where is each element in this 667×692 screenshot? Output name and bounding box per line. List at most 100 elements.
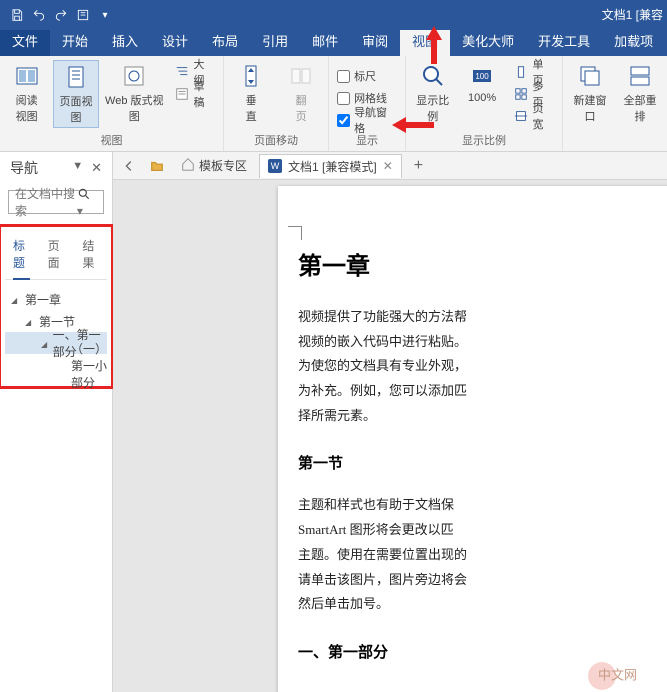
nav-tab-pages[interactable]: 页面 <box>48 237 65 271</box>
tab-insert[interactable]: 插入 <box>100 27 150 56</box>
ribbon: 阅读 视图 页面视图 Web 版式视图 大纲 草稿 视图 <box>0 56 667 152</box>
doc-heading-2: 第一节 <box>298 452 667 473</box>
page-view-icon <box>62 63 90 91</box>
tab-file[interactable]: 文件 <box>0 27 50 56</box>
tab-beautify[interactable]: 美化大师 <box>450 27 526 56</box>
page-canvas[interactable]: 第一章 视频提供了功能强大的方法帮 视频的嵌入代码中进行粘贴。 为使您的文档具有… <box>113 180 667 692</box>
svg-text:100: 100 <box>475 72 489 81</box>
doc-paragraph: 视频提供了功能强大的方法帮 <box>298 305 667 330</box>
doc-paragraph: 请单击该图片，图片旁边将会 <box>298 568 667 593</box>
watermark-text: 中文网 <box>598 667 637 682</box>
title-bar: ▾ 文档1 [兼容 <box>0 0 667 30</box>
ruler-label: 标尺 <box>354 68 376 84</box>
hundred-button[interactable]: 100 100% <box>459 60 504 106</box>
read-view-icon <box>13 62 41 90</box>
doc-paragraph: 主题。使用在需要位置出现的 <box>298 543 667 568</box>
template-tab[interactable]: 模板专区 <box>173 157 255 174</box>
vertical-icon <box>237 62 265 90</box>
annotation-arrow-navpane <box>392 116 434 137</box>
ribbon-group-window-label <box>563 146 667 151</box>
page-view-button[interactable]: 页面视图 <box>53 60 98 128</box>
document-tab-label: 文档1 [兼容模式] <box>288 158 377 175</box>
doc-paragraph: 然后单击加号。 <box>298 592 667 617</box>
web-view-icon <box>120 62 148 90</box>
navigation-pane: 导航 ▼ ✕ 在文档中搜索 ▾ 标题 页面 结果 第一章 第一节 一、第一部分 … <box>0 152 113 692</box>
vertical-button[interactable]: 垂 直 <box>228 60 274 126</box>
ruler-checkbox[interactable]: 标尺 <box>333 66 401 86</box>
doc-tab-back-icon[interactable] <box>117 155 141 177</box>
read-view-button[interactable]: 阅读 视图 <box>4 60 49 126</box>
hundred-icon: 100 <box>468 62 496 90</box>
doc-heading-2b: 一、第一部分 <box>298 641 667 662</box>
annotation-highlight-box: 标题 页面 结果 第一章 第一节 一、第一部分 （一）第一小部分 <box>0 224 114 389</box>
page-width-label: 页宽 <box>532 100 554 132</box>
nav-tabs: 标题 页面 结果 <box>5 233 107 280</box>
qat-customize-icon[interactable]: ▾ <box>94 4 116 26</box>
nav-dropdown-icon[interactable]: ▼ <box>72 160 83 176</box>
new-tab-button[interactable]: + <box>406 157 431 175</box>
doc-heading-1: 第一章 <box>298 246 667 281</box>
grid-check-input[interactable] <box>337 92 350 105</box>
read-view-label: 阅读 视图 <box>16 92 38 124</box>
tab-mail[interactable]: 邮件 <box>300 27 350 56</box>
multi-page-icon <box>513 86 529 102</box>
nav-tab-results[interactable]: 结果 <box>82 237 99 271</box>
doc-tab-folder-icon[interactable] <box>145 155 169 177</box>
nav-title: 导航 <box>10 158 38 178</box>
tab-addins[interactable]: 加载项 <box>602 27 665 56</box>
nav-tree: 第一章 第一节 一、第一部分 （一）第一小部分 <box>5 288 107 376</box>
document-tab-close-icon[interactable]: ✕ <box>383 159 393 173</box>
new-window-icon <box>576 62 604 90</box>
home-icon <box>181 157 195 174</box>
qat-more-icon[interactable] <box>72 4 94 26</box>
web-view-label: Web 版式视图 <box>105 92 164 124</box>
navpane-check-input[interactable] <box>337 114 350 127</box>
doc-paragraph: 主题和样式也有助于文档保 <box>298 493 667 518</box>
nav-close-icon[interactable]: ✕ <box>91 160 102 176</box>
save-icon[interactable] <box>6 4 28 26</box>
document-area: 模板专区 W 文档1 [兼容模式] ✕ + 第一章 视频提供了功能强大的方法帮 … <box>113 152 667 692</box>
doc-paragraph: 为使您的文档具有专业外观， <box>298 354 667 379</box>
tab-design[interactable]: 设计 <box>150 27 200 56</box>
tab-review[interactable]: 审阅 <box>350 27 400 56</box>
ribbon-tabs: 文件 开始 插入 设计 布局 引用 邮件 审阅 视图 美化大师 开发工具 加载项 <box>0 30 667 56</box>
ribbon-group-views-label: 视图 <box>0 130 223 151</box>
tab-references[interactable]: 引用 <box>250 27 300 56</box>
tab-layout[interactable]: 布局 <box>200 27 250 56</box>
search-icon[interactable]: ▾ <box>77 187 97 218</box>
document-page: 第一章 视频提供了功能强大的方法帮 视频的嵌入代码中进行粘贴。 为使您的文档具有… <box>278 186 667 692</box>
undo-icon[interactable] <box>28 4 50 26</box>
page-width-button[interactable]: 页宽 <box>509 106 558 126</box>
draft-button[interactable]: 草稿 <box>170 84 219 104</box>
page-view-label: 页面视图 <box>56 93 95 125</box>
tab-start[interactable]: 开始 <box>50 27 100 56</box>
new-window-button[interactable]: 新建窗口 <box>567 60 613 126</box>
page-corner-mark <box>288 226 302 240</box>
side-button[interactable]: 翻 页 <box>278 60 324 126</box>
ribbon-group-pagemove-label: 页面移动 <box>224 130 328 151</box>
navpane-checkbox[interactable]: 导航窗格 <box>333 110 401 130</box>
web-view-button[interactable]: Web 版式视图 <box>103 60 166 126</box>
word-doc-icon: W <box>268 159 282 173</box>
nav-tab-headings[interactable]: 标题 <box>13 237 30 280</box>
arrange-all-button[interactable]: 全部重排 <box>617 60 663 126</box>
watermark: 中文网 <box>588 662 637 690</box>
nav-search-placeholder: 在文档中搜索 <box>15 185 77 219</box>
new-window-label: 新建窗口 <box>569 92 611 124</box>
document-tab[interactable]: W 文档1 [兼容模式] ✕ <box>259 154 402 178</box>
ruler-check-input[interactable] <box>337 70 350 83</box>
ribbon-group-views: 阅读 视图 页面视图 Web 版式视图 大纲 草稿 视图 <box>0 56 224 151</box>
doc-paragraph: 视频的嵌入代码中进行粘贴。 <box>298 330 667 355</box>
workspace: 导航 ▼ ✕ 在文档中搜索 ▾ 标题 页面 结果 第一章 第一节 一、第一部分 … <box>0 152 667 692</box>
hundred-label: 100% <box>468 92 496 104</box>
ribbon-group-window: 新建窗口 全部重排 <box>563 56 667 151</box>
doc-paragraph: 为补充。例如，您可以添加匹 <box>298 379 667 404</box>
tree-label: （一）第一小部分 <box>71 340 107 391</box>
tab-developer[interactable]: 开发工具 <box>526 27 602 56</box>
doc-paragraph: SmartArt 图形将会更改以匹 <box>298 518 667 543</box>
tree-item-chapter1[interactable]: 第一章 <box>5 288 107 310</box>
redo-icon[interactable] <box>50 4 72 26</box>
nav-search-box[interactable]: 在文档中搜索 ▾ <box>8 190 104 214</box>
window-title: 文档1 [兼容 <box>602 6 663 23</box>
doc-paragraph: 择所需元素。 <box>298 404 667 429</box>
